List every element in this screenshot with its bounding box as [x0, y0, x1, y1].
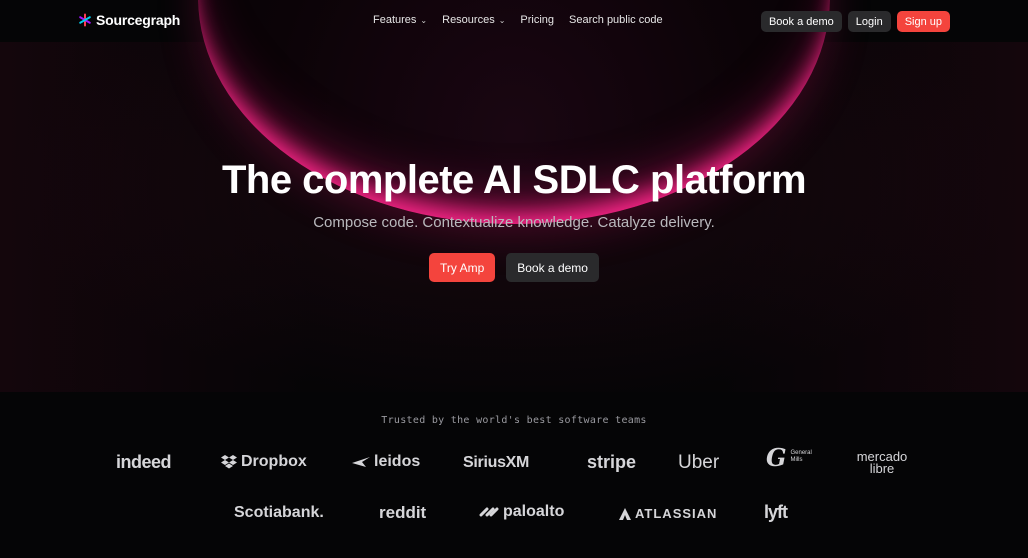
page: Sourcegraph Features ⌄ Resources ⌄ Prici… [0, 0, 1028, 558]
login-button[interactable]: Login [847, 11, 891, 32]
logo-lyft-text: lyft [764, 502, 788, 522]
nav-resources[interactable]: Resources ⌄ [442, 14, 505, 26]
logo-siriusxm-text: SiriusXM [463, 454, 530, 471]
nav-resources-label: Resources [442, 14, 495, 26]
logo-leidos-text: leidos [374, 453, 421, 470]
nav-search-label: Search public code [569, 14, 663, 26]
logo-uber: Uber [678, 452, 719, 474]
logo-scotiabank: Scotiabank. [234, 504, 324, 522]
trusted-heading: Trusted by the world's best software tea… [381, 415, 647, 426]
logo-indeed: indeed [116, 452, 172, 473]
logo-atlassian: ATLASSIAN [619, 506, 717, 521]
logo-mercado-libre: mercado libre [853, 449, 911, 476]
hero-title: The complete AI SDLC platform [221, 158, 807, 202]
chevron-down-icon: ⌄ [420, 15, 428, 25]
nav-buttons: Book a demo Login Sign up [760, 11, 950, 32]
sourcegraph-logo-icon [79, 13, 91, 27]
logo-paloalto-text: paloalto [503, 503, 565, 520]
signup-button[interactable]: Sign up [896, 11, 950, 32]
dropbox-icon [221, 455, 237, 469]
logo-scotiabank-text: Scotiabank. [234, 504, 324, 521]
logo-stripe-text: stripe [587, 452, 637, 472]
hero-subtitle: Compose code. Contextualize knowledge. C… [313, 214, 715, 231]
logo-indeed-text: indeed [116, 452, 172, 472]
nav-pricing[interactable]: Pricing [520, 14, 554, 26]
logo-dropbox: Dropbox [221, 453, 307, 471]
logo-lyft: lyft [764, 502, 788, 523]
atlassian-icon [619, 507, 631, 520]
top-nav: Sourcegraph Features ⌄ Resources ⌄ Prici… [0, 0, 1028, 42]
paloalto-icon [479, 507, 499, 517]
logo-leidos: leidos [352, 453, 420, 471]
try-amp-button[interactable]: Try Amp [429, 253, 496, 282]
logo-paloalto: paloalto [479, 503, 564, 521]
nav-features-label: Features [373, 14, 417, 26]
logo-general-mills-text: General Mills [790, 450, 812, 463]
logo-atlassian-text: ATLASSIAN [635, 506, 718, 521]
nav-pricing-label: Pricing [520, 14, 555, 26]
nav-search-public-code[interactable]: Search public code [569, 14, 663, 26]
logo-mercado-libre-text: mercado libre [856, 449, 908, 476]
general-mills-g-icon: G [766, 442, 787, 472]
leidos-arrow-icon [352, 457, 370, 467]
brand-name: Sourcegraph [96, 12, 181, 28]
logo-uber-text: Uber [678, 452, 720, 473]
nav-features[interactable]: Features ⌄ [373, 14, 427, 26]
nav-links: Features ⌄ Resources ⌄ Pricing Search pu… [373, 14, 663, 26]
logo-siriusxm: SiriusXM [463, 454, 529, 472]
logo-reddit: reddit [379, 503, 426, 523]
hero-actions: Try Amp Book a demo [0, 253, 1028, 282]
logo-reddit-text: reddit [379, 503, 427, 522]
brand-logo[interactable]: Sourcegraph [78, 12, 180, 28]
chevron-down-icon: ⌄ [498, 15, 506, 25]
logo-general-mills: G General Mills [766, 442, 815, 472]
book-demo-button[interactable]: Book a demo [760, 11, 842, 32]
hero-book-demo-button[interactable]: Book a demo [506, 253, 599, 282]
logo-dropbox-text: Dropbox [241, 453, 307, 470]
logo-stripe: stripe [587, 452, 636, 473]
